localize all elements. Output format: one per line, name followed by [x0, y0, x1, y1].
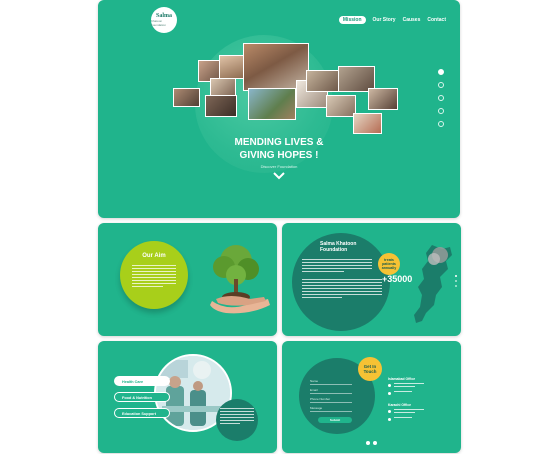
slide-dot[interactable] — [438, 108, 444, 114]
aim-title: Our Aim — [142, 253, 166, 259]
collage-photo — [219, 55, 246, 79]
twitter-icon[interactable] — [373, 441, 377, 445]
email-field[interactable]: Email — [310, 388, 352, 394]
tree-in-hands-image — [210, 245, 270, 314]
site-logo[interactable]: Salma Khatoon Foundation — [151, 7, 177, 33]
service-tab-education-support[interactable]: Education Support — [114, 408, 170, 418]
patients-stat: +35000 — [382, 274, 413, 284]
office1-address-text — [394, 383, 436, 389]
name-field[interactable]: Name — [310, 379, 352, 385]
hero-headline-line1: MENDING LIVES & — [234, 137, 324, 148]
submit-button[interactable]: Submit — [318, 417, 352, 423]
slide-dot[interactable] — [438, 69, 444, 75]
services-section: Health Care Food & Nutrition Education S… — [98, 341, 277, 453]
treats-patients-badge: treats patients annually — [378, 253, 400, 275]
collage-photo — [173, 88, 200, 107]
foundation-section: Salma Khatoon Foundation treats patients… — [282, 223, 461, 336]
hero-section: Salma Khatoon Foundation Mission Our Sto… — [98, 0, 460, 218]
office1-address — [388, 383, 436, 389]
office2-address — [388, 409, 436, 415]
phone-field[interactable]: Phone Number — [310, 397, 352, 403]
slide-dot[interactable] — [438, 82, 444, 88]
hero-headline-line2: GIVING HOPES ! — [239, 150, 319, 161]
foundation-text-lines — [302, 259, 372, 274]
collage-photo — [306, 70, 340, 92]
logo-subtitle: Khatoon Foundation — [151, 19, 167, 27]
phone-icon — [388, 418, 391, 421]
hospital-text-lines — [220, 408, 254, 426]
nav-item-mission[interactable]: Mission — [338, 16, 366, 24]
slide-dot[interactable] — [438, 121, 444, 127]
office2-title: Karachi Office — [388, 403, 411, 407]
nav-item-our-story[interactable]: Our Story — [373, 17, 396, 23]
chevron-down-icon[interactable] — [273, 172, 285, 180]
aim-text-lines — [132, 265, 176, 289]
social-links — [366, 441, 377, 445]
office2-phone — [388, 417, 436, 421]
badge-line2: Touch — [363, 369, 377, 374]
collage-photo — [368, 88, 398, 110]
location-icon — [388, 384, 391, 387]
hospital-info-circle — [216, 399, 258, 441]
foundation-title: Salma Khatoon Foundation — [320, 241, 356, 253]
collage-photo — [205, 95, 237, 117]
phone-icon — [388, 392, 391, 395]
our-aim-section: Our Aim — [98, 223, 277, 336]
location-icon — [388, 410, 391, 413]
aim-circle: Our Aim — [120, 241, 188, 309]
get-in-touch-badge: Get In Touch — [358, 357, 382, 381]
office1-phone — [388, 391, 436, 395]
section-dot[interactable] — [455, 285, 457, 287]
slide-dots — [438, 69, 444, 127]
nav-item-contact[interactable]: Contact — [427, 17, 446, 23]
foundation-title-line2: Foundation — [320, 247, 348, 253]
message-field[interactable]: Message — [310, 406, 352, 412]
service-tab-health-care[interactable]: Health Care — [114, 376, 170, 386]
badge-line3: annually — [381, 266, 397, 270]
main-nav: Mission Our Story Causes Contact — [338, 16, 446, 24]
collage-photo — [353, 113, 382, 134]
section-dot[interactable] — [455, 275, 457, 277]
contact-section: Get In Touch Name Email Phone Number Mes… — [282, 341, 461, 453]
section-dot[interactable] — [455, 280, 457, 282]
slide-dot[interactable] — [438, 95, 444, 101]
pakistan-map-image — [414, 245, 452, 323]
section-dots — [455, 275, 457, 287]
foundation-text-lines-2 — [302, 279, 382, 300]
service-tab-food-nutrition[interactable]: Food & Nutrition — [114, 392, 170, 402]
facebook-icon[interactable] — [366, 441, 370, 445]
nav-item-causes[interactable]: Causes — [403, 17, 421, 23]
hero-subheadline: Discover Foundation — [260, 164, 298, 169]
collage-photo — [326, 95, 356, 117]
collage-photo — [248, 88, 296, 120]
office1-title: Islamabad Office — [388, 377, 416, 381]
